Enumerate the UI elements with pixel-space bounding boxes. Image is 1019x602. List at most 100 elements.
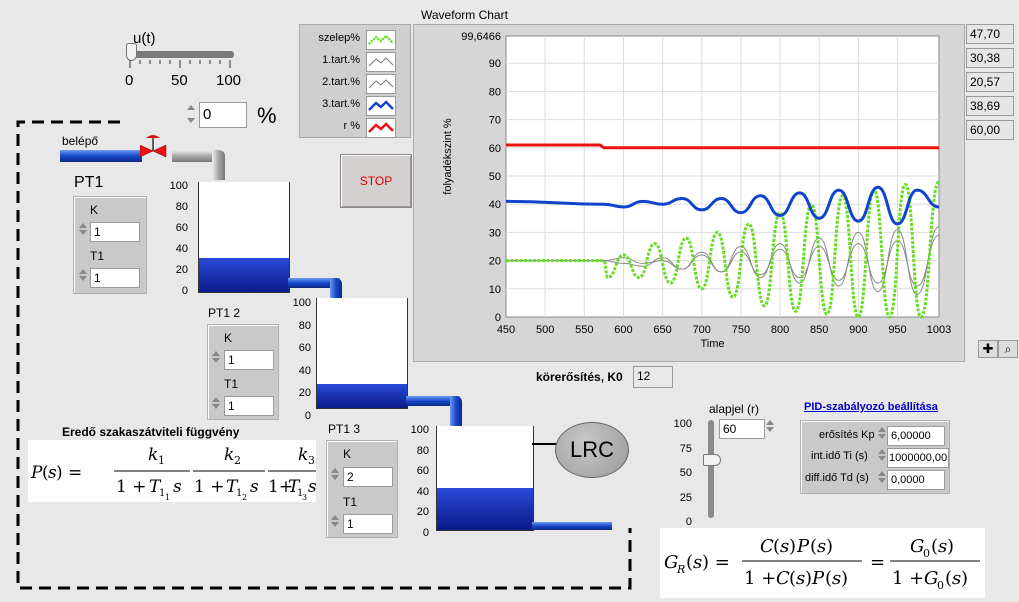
y-tick-label: 10 <box>489 284 501 296</box>
pt1-3-k-spinner[interactable] <box>330 466 340 486</box>
digital-display: 20,57 <box>966 72 1014 92</box>
tank3-tick: 100 <box>410 424 429 436</box>
legend-item[interactable]: 2.tart.% <box>300 73 408 94</box>
formula-image: P(s) = k1 1 + T1 1s k2 1 + T1 2s k3 1+T13s <box>30 445 317 502</box>
pid-td-spinner[interactable] <box>877 469 887 489</box>
tank3-tick: 0 <box>422 526 429 539</box>
tank2-tick: 100 <box>292 297 311 309</box>
x-tick-label: 650 <box>653 324 671 336</box>
legend-item-label: szelep% <box>318 32 360 44</box>
svg-text:2: 2 <box>242 493 247 502</box>
setpoint-slider-track[interactable] <box>708 420 714 518</box>
setpoint-slider-handle[interactable] <box>703 454 721 467</box>
pt1-cluster: K 1 T1 1 <box>73 196 147 294</box>
tank-3-level <box>437 488 533 530</box>
tank2-tick: 80 <box>298 319 311 332</box>
stop-button[interactable]: STOP <box>340 154 412 208</box>
svg-text:1 +: 1 + <box>116 477 146 497</box>
tank-1-level <box>199 257 289 292</box>
svg-text:(: ( <box>810 536 817 557</box>
legend-item-label: 3.tart.% <box>322 98 360 110</box>
pt1-3-t-field[interactable]: 1 <box>343 514 393 534</box>
digital-display: 38,69 <box>966 96 1014 116</box>
svg-text:k: k <box>298 445 308 465</box>
crosshair-tool-icon[interactable]: ✚ <box>978 340 998 358</box>
svg-text:=: = <box>870 552 885 573</box>
tank3-tick: 20 <box>416 506 429 518</box>
pid-td-field[interactable]: 0,0000 <box>887 470 945 490</box>
setpoint-field[interactable]: 60 <box>719 419 765 439</box>
setpoint-spinner[interactable] <box>765 418 775 438</box>
legend-item-label: 2.tart.% <box>322 76 360 88</box>
svg-text:(: ( <box>825 568 832 589</box>
svg-text:s: s <box>693 552 702 573</box>
svg-text:s: s <box>250 477 259 497</box>
pipe-tank2-tank3-down <box>450 396 462 426</box>
pt1-3-cluster: K 2 T1 1 <box>326 440 398 538</box>
svg-text:C: C <box>760 536 774 557</box>
pt1-3-title: PT1 3 <box>328 422 361 436</box>
pid-ti-field[interactable]: 1000000,00 <box>887 448 949 468</box>
tank1-tick: 20 <box>175 264 188 276</box>
tank-1 <box>198 182 290 293</box>
inlet-label: belépő <box>62 134 99 148</box>
pid-kp-spinner[interactable] <box>877 425 887 445</box>
tank2-tick: 40 <box>298 364 311 377</box>
svg-text:0: 0 <box>937 579 944 592</box>
setpoint-tick: 100 <box>673 418 692 430</box>
zoom-tool-icon[interactable]: ⌕ <box>998 340 1018 358</box>
pt1-2-k-field[interactable]: 1 <box>224 350 274 370</box>
pt1-2-k-spinner[interactable] <box>211 349 221 369</box>
legend-item[interactable]: 1.tart.% <box>300 51 408 72</box>
tank2-tick: 20 <box>298 387 311 399</box>
pt1-title: PT1 <box>74 174 104 191</box>
legend-item[interactable]: r % <box>300 117 408 138</box>
pid-td-label: diff.idő Td (s) <box>805 472 869 484</box>
chart-title: Waveform Chart <box>421 8 508 22</box>
svg-text:1 +: 1 + <box>194 477 224 497</box>
y-tick-label: 40 <box>489 199 501 211</box>
x-tick-label: 1003 <box>927 324 951 336</box>
legend-item[interactable]: szelep% <box>300 29 408 50</box>
svg-text:): ) <box>826 536 833 557</box>
y-tick-label: 50 <box>489 171 501 183</box>
closed-loop-formula-image: GR(s) = C(s) P(s) 1 + C(s) P(s) = G0(s) 1 +… <box>664 536 980 592</box>
pid-ti-spinner[interactable] <box>877 447 887 467</box>
svg-text:3: 3 <box>308 454 315 467</box>
inlet-pipe <box>60 150 142 162</box>
waveform-chart[interactable]: 99,6466 90 80 70 60 50 40 30 20 10 0450 500 550 600 65… <box>413 24 963 360</box>
pt1-k-spinner[interactable] <box>78 221 88 241</box>
pt1-3-t-label: T1 <box>343 495 358 509</box>
pt1-2-t-field[interactable]: 1 <box>224 396 274 416</box>
tank1-tick: 80 <box>175 201 188 213</box>
tank1-tick: 60 <box>175 222 188 234</box>
outlet-pipe-grey-down <box>212 150 225 180</box>
pt1-k-field[interactable]: 1 <box>90 222 140 242</box>
pt1-t-label: T1 <box>90 249 105 263</box>
lrc-circle: LRC <box>555 422 629 478</box>
pid-title[interactable]: PID-szabályozó beállítása <box>804 401 938 413</box>
valve-icon[interactable] <box>140 133 174 163</box>
x-tick-label: 950 <box>888 324 906 336</box>
svg-text:P: P <box>811 568 825 589</box>
svg-text:): ) <box>947 536 954 557</box>
pt1-2-t-label: T1 <box>224 377 239 391</box>
svg-text:): ) <box>841 568 848 589</box>
legend-panel: szelep% 1.tart.% 2.tart.% 3.tart.% r % <box>299 24 411 138</box>
tank2-scale: 100 80 60 40 20 0 <box>287 292 311 427</box>
x-tick-label: 750 <box>732 324 750 336</box>
pt1-t-field[interactable]: 1 <box>90 268 140 288</box>
svg-text:C: C <box>776 568 790 589</box>
legend-item[interactable]: 3.tart.% <box>300 95 408 116</box>
pid-kp-field[interactable]: 6,00000 <box>887 426 945 446</box>
transfer-heading: Eredő szakaszátviteli függvény <box>62 425 240 439</box>
pt1-t-spinner[interactable] <box>78 267 88 287</box>
setpoint-tick: 75 <box>679 442 692 455</box>
closed-loop-formula: G R(s) = C(s) P(s) 1 + C(s) P(s) = G 0(s) 1 +… <box>660 528 985 598</box>
tank3-tick: 80 <box>416 444 429 457</box>
pt1-3-k-field[interactable]: 2 <box>343 467 393 487</box>
svg-text:k: k <box>148 445 158 465</box>
pt1-2-t-spinner[interactable] <box>211 395 221 415</box>
svg-text:) =: ) = <box>702 552 730 573</box>
pt1-3-t-spinner[interactable] <box>330 513 340 533</box>
